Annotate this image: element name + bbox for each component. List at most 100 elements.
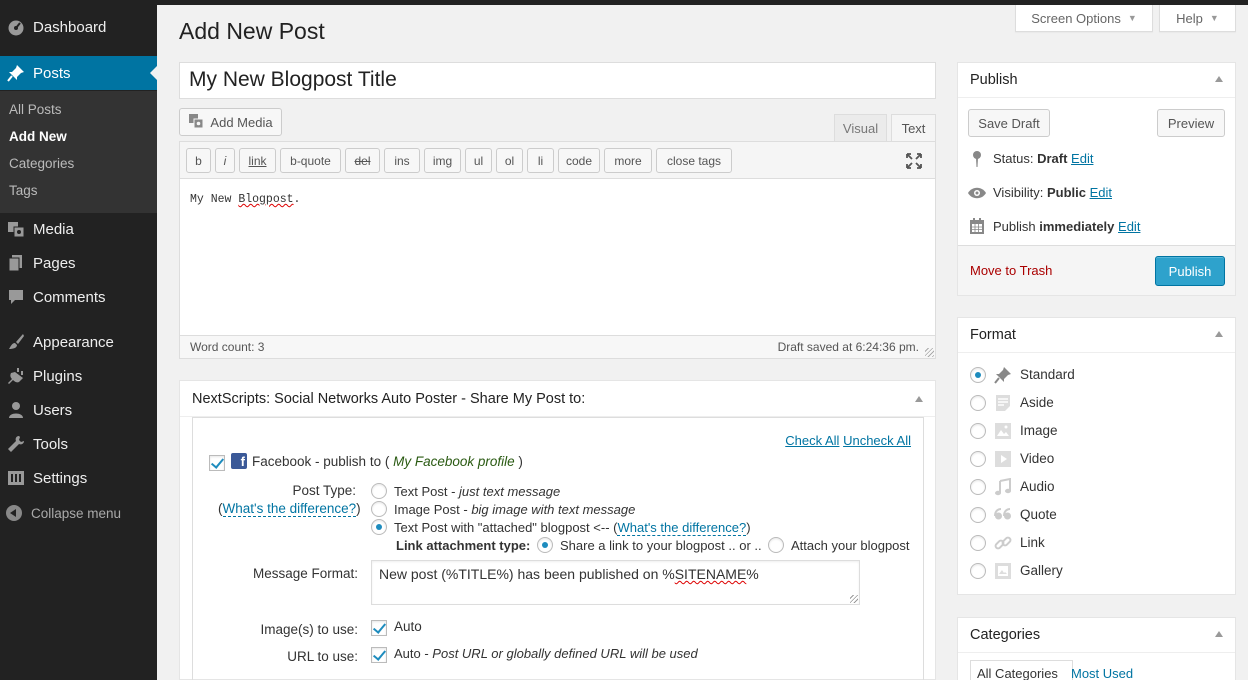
toggle-arrow-icon[interactable]: [1215, 331, 1223, 337]
format-image-radio[interactable]: [970, 423, 986, 439]
tab-visual[interactable]: Visual: [834, 114, 887, 141]
publish-button[interactable]: Publish: [1155, 256, 1225, 286]
submenu-tags[interactable]: Tags: [9, 183, 38, 198]
post-type-label: Post Type:: [292, 483, 356, 498]
preview-button[interactable]: Preview: [1157, 109, 1225, 137]
msg-value-a: New post (%TITLE%) has been published on…: [379, 566, 675, 582]
post-type-attached-radio[interactable]: [371, 519, 387, 535]
opt3-a: Text Post with "attached" blogpost <-- (: [394, 520, 618, 535]
qt-img-button[interactable]: img: [424, 148, 461, 173]
opt1-a: Text Post -: [394, 484, 460, 499]
submenu-categories[interactable]: Categories: [9, 156, 74, 171]
format-title: Format: [958, 318, 1235, 353]
toggle-arrow-icon[interactable]: [915, 396, 923, 402]
menu-posts-label: Posts: [33, 64, 71, 82]
tab-most-used[interactable]: Most Used: [1071, 666, 1133, 680]
screen-options-button[interactable]: Screen Options ▼: [1015, 5, 1153, 32]
url-auto-checkbox[interactable]: [371, 647, 387, 663]
qt-code-button[interactable]: code: [558, 148, 600, 173]
images-auto-checkbox[interactable]: [371, 620, 387, 636]
submenu-add-new[interactable]: Add New: [9, 129, 67, 144]
qt-blockquote-button[interactable]: b-quote: [280, 148, 341, 173]
menu-dashboard[interactable]: Dashboard: [0, 10, 157, 44]
opt2-a: Image Post -: [394, 502, 472, 517]
qt-close-tags-button[interactable]: close tags: [656, 148, 732, 173]
format-standard-radio[interactable]: [970, 367, 986, 383]
resize-handle[interactable]: [925, 348, 934, 357]
textarea-resize-handle[interactable]: [850, 595, 858, 603]
collapse-menu-button[interactable]: Collapse menu: [6, 505, 121, 521]
edit-status-link[interactable]: Edit: [1071, 151, 1093, 166]
qt-ol-button[interactable]: ol: [496, 148, 523, 173]
facebook-checkbox[interactable]: [209, 455, 225, 471]
fullscreen-icon[interactable]: [906, 153, 922, 172]
format-aside-radio[interactable]: [970, 395, 986, 411]
menu-media[interactable]: Media: [0, 212, 157, 246]
text-editor: b i link b-quote del ins img ul ol li co…: [179, 141, 936, 359]
publish-time-row: Publish immediately Edit: [993, 219, 1140, 234]
toggle-arrow-icon[interactable]: [1215, 631, 1223, 637]
uncheck-all-link[interactable]: Uncheck All: [843, 433, 911, 448]
qt-more-button[interactable]: more: [604, 148, 652, 173]
publish-actions: Move to Trash Publish: [958, 245, 1235, 295]
quicktags-toolbar: b i link b-quote del ins img ul ol li co…: [180, 142, 935, 179]
menu-tools[interactable]: Tools: [0, 427, 157, 461]
comment-icon: [6, 288, 26, 306]
qt-italic-button[interactable]: i: [215, 148, 235, 173]
categories-title: Categories: [958, 618, 1235, 653]
qt-del-button[interactable]: del: [345, 148, 380, 173]
menu-pages-label: Pages: [33, 254, 76, 272]
toggle-arrow-icon[interactable]: [1215, 76, 1223, 82]
attach-blogpost-radio[interactable]: [768, 537, 784, 553]
nextscripts-box: NextScripts: Social Networks Auto Poster…: [179, 380, 936, 680]
message-format-textarea[interactable]: New post (%TITLE%) has been published on…: [371, 560, 860, 605]
help-button[interactable]: Help ▼: [1159, 5, 1236, 32]
tab-all-categories[interactable]: All Categories: [970, 660, 1073, 680]
format-video-radio[interactable]: [970, 451, 986, 467]
media-icon: [6, 220, 26, 238]
qt-li-button[interactable]: li: [527, 148, 554, 173]
qt-ul-button[interactable]: ul: [465, 148, 492, 173]
menu-settings[interactable]: Settings: [0, 461, 157, 495]
menu-comments-label: Comments: [33, 288, 106, 306]
whats-difference-link[interactable]: What's the difference?: [222, 501, 357, 517]
qt-ins-button[interactable]: ins: [384, 148, 420, 173]
edit-publish-time-link[interactable]: Edit: [1118, 219, 1140, 234]
menu-appearance[interactable]: Appearance: [0, 325, 157, 359]
post-type-text-radio[interactable]: [371, 483, 387, 499]
nextscripts-inner: Check All Uncheck All f Facebook - publi…: [192, 417, 924, 680]
edit-visibility-link[interactable]: Edit: [1090, 185, 1112, 200]
menu-users[interactable]: Users: [0, 393, 157, 427]
add-media-button[interactable]: Add Media: [179, 108, 282, 136]
pages-icon: [6, 254, 26, 272]
status-value: Draft: [1037, 151, 1068, 166]
menu-posts[interactable]: Posts: [0, 56, 157, 90]
submenu-all-posts[interactable]: All Posts: [9, 102, 62, 117]
save-draft-button[interactable]: Save Draft: [968, 109, 1050, 137]
image-icon: [994, 422, 1012, 440]
check-all-link[interactable]: Check All: [785, 433, 839, 448]
format-audio-radio[interactable]: [970, 479, 986, 495]
link-chain-icon: [994, 534, 1012, 552]
format-link-label: Link: [1020, 535, 1045, 550]
categories-box: Categories All Categories Most Used: [957, 617, 1236, 680]
qt-link-button[interactable]: link: [239, 148, 276, 173]
move-to-trash-link[interactable]: Move to Trash: [970, 263, 1052, 278]
post-type-image-radio[interactable]: [371, 501, 387, 517]
whats-difference-link-2[interactable]: What's the difference?: [617, 520, 747, 536]
menu-users-label: Users: [33, 401, 73, 419]
menu-pages[interactable]: Pages: [0, 246, 157, 280]
tab-text[interactable]: Text: [891, 114, 936, 141]
qt-bold-button[interactable]: b: [186, 148, 211, 173]
format-gallery-radio[interactable]: [970, 563, 986, 579]
whats-diff-wrap: (What's the difference?): [218, 501, 361, 517]
plugin-icon: [6, 367, 26, 385]
menu-plugins[interactable]: Plugins: [0, 359, 157, 393]
menu-comments[interactable]: Comments: [0, 280, 157, 314]
format-link-radio[interactable]: [970, 535, 986, 551]
post-title-input[interactable]: My New Blogpost Title: [179, 62, 936, 99]
share-link-radio[interactable]: [537, 537, 553, 553]
format-quote-radio[interactable]: [970, 507, 986, 523]
link-attachment-label: Link attachment type:: [396, 538, 531, 553]
editor-content[interactable]: My New Blogpost.: [190, 193, 300, 206]
